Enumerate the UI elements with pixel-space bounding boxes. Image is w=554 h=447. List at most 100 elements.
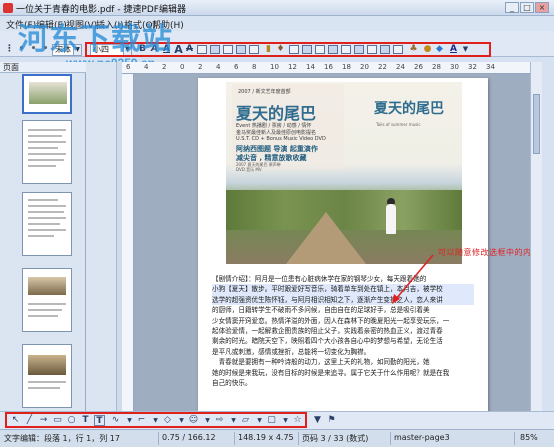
ruler-tick: 10: [270, 63, 279, 71]
text-line[interactable]: 剩余的时光。暗院天空下，映照着四个大小孩各自心中的梦想与希望，无论生活: [212, 336, 474, 346]
page-thumbnail-2[interactable]: [22, 120, 72, 184]
status-edit-mode: 文字编辑：段落 1，行 1，列 17: [4, 434, 120, 443]
page-thumbnail-panel: 页面: [0, 62, 86, 411]
window-title: 一位关于青春的电影.pdf - 捷速PDF编辑器: [16, 5, 186, 15]
thumb-text-line: [28, 235, 54, 237]
close-button[interactable]: ×: [535, 2, 549, 13]
ruler-tick: 12: [288, 63, 297, 71]
album-cover-image: 2007 / 新文艺年度首部 夏天的尾巴 夏天的尾巴 Event 热播剧 / 票…: [226, 82, 462, 264]
status-separator: [390, 432, 391, 445]
text-line[interactable]: 少女情窦开窍爱恋。热情洋溢的外面，因人在森林下的晚夏阳光一起享受玩乐，一: [212, 316, 474, 326]
cover-title-right: 夏天的尾巴: [374, 101, 444, 117]
thumb-text-line: [28, 211, 64, 213]
thumb-text-line: [28, 141, 66, 143]
menu-edit[interactable]: 编辑(E): [36, 18, 67, 31]
thumb-text-line: [28, 135, 62, 137]
ruler-tick: 6: [126, 63, 131, 71]
thumb-text-line: [28, 309, 62, 311]
thumb-text-line: [28, 199, 58, 201]
ruler-tick: 28: [432, 63, 441, 71]
page-thumbnail-1[interactable]: [22, 74, 72, 114]
menu-insert[interactable]: 插入(I): [96, 18, 124, 31]
vertical-scrollbar[interactable]: [530, 62, 542, 411]
status-size: 148.19 x 4.75: [238, 433, 294, 442]
text-line[interactable]: 的厨师，日籍转学生不破雨不多问候，自由自在的足球好手，总是吸引着美: [212, 305, 474, 315]
status-master-page: master-page3: [394, 433, 450, 442]
text-line[interactable]: 自己的快乐。: [212, 378, 474, 388]
page-thumbnail-4[interactable]: [22, 268, 72, 332]
font-family-select[interactable]: 宋体 ▼: [52, 44, 82, 56]
maximize-button[interactable]: □: [520, 2, 534, 13]
thumb-text-line: [28, 217, 66, 219]
text-line[interactable]: 【剧情介绍】：阿月是一位患有心脏病休学在家的钢琴少女，每天跟着她的: [212, 274, 474, 284]
ruler-tick: 4: [216, 63, 221, 71]
thumb-text-line: [28, 223, 60, 225]
thumbnail-panel-header: 页面: [0, 62, 86, 73]
vertical-ruler: [122, 74, 134, 411]
menu-help[interactable]: 帮助(H): [152, 18, 184, 31]
ruler-tick: 4: [144, 63, 149, 71]
page-thumbnail-5[interactable]: [22, 344, 72, 408]
app-icon: [3, 3, 13, 13]
cover-title-left: 夏天的尾巴: [236, 104, 317, 123]
status-separator: [514, 432, 515, 445]
cover-line-2: 金马奖最佳新人及最佳原创电影提名: [236, 130, 317, 136]
text-line[interactable]: 是平凡或刺激，感情或挫折，总能将一切变化为胸襟。: [212, 347, 474, 357]
ruler-tick: 0: [180, 63, 185, 71]
status-zoom[interactable]: 85%: [520, 433, 538, 442]
text-line[interactable]: 青春就是要拥有一种吟诗般的动力，这里上天的礼物，如同勤的阳光，她: [212, 357, 474, 367]
thumb-image: [29, 82, 67, 104]
status-separator: [234, 432, 235, 445]
page-thumbnail-3[interactable]: [22, 192, 72, 256]
thumb-image: [28, 277, 66, 295]
cover-right-subtitle: Tails of summer music: [376, 122, 421, 127]
menu-view[interactable]: 视图(V): [66, 18, 97, 31]
panel-splitter[interactable]: [86, 62, 122, 411]
text-line-selected[interactable]: 小狗【夏天】散步。平时跟爱好写音乐，骑着单车到处在镇上，本月吉，被学校: [212, 284, 474, 295]
thumb-text-line: [28, 147, 58, 149]
text-line[interactable]: 起体验爱情，一起解救企图贵族的阻止父子，实践着亲密的热血正义，渡过青春: [212, 326, 474, 336]
ruler-tick: 14: [306, 63, 315, 71]
ruler-tick: 8: [252, 63, 257, 71]
horizontal-ruler: 6 4 2 0 2 4 6 8 10 12 14 16 18 20 22 24 …: [122, 62, 530, 74]
ruler-tick: 18: [342, 63, 351, 71]
cover-line-7: DVD 音乐 MV: [236, 167, 262, 172]
app-window: 一位关于青春的电影.pdf - 捷速PDF编辑器 _ □ × 文件(F) 编辑(…: [0, 0, 554, 447]
text-line-selected[interactable]: 选学的超强资优生陈怀钰，与阿月相识相知之下，逐渐产生变换之人，恋人来讲: [212, 294, 474, 306]
flag-tool-icon[interactable]: ⚑: [326, 415, 337, 426]
dot-icon-3: •: [42, 44, 49, 54]
pdf-page[interactable]: 2007 / 新文艺年度首部 夏天的尾巴 夏天的尾巴 Event 热播剧 / 票…: [198, 78, 488, 411]
ruler-tick: 20: [360, 63, 369, 71]
drawing-toolbar-highlight-frame: [5, 412, 307, 428]
star-dropdown-icon[interactable]: ▼: [312, 415, 323, 426]
font-family-value: 宋体: [55, 45, 71, 54]
ruler-tick: 2: [198, 63, 203, 71]
cover-line-1: Event 热播剧 / 票房 / 动感 / 情怀: [236, 123, 312, 129]
title-bar: 一位关于青春的电影.pdf - 捷速PDF编辑器 _ □ ×: [0, 0, 554, 16]
status-position: 0.75 / 166.12: [162, 433, 216, 442]
menu-file[interactable]: 文件(F): [6, 18, 36, 31]
editable-text-block[interactable]: 【剧情介绍】：阿月是一位患有心脏病休学在家的钢琴少女，每天跟着她的 小狗【夏天】…: [212, 274, 474, 388]
cover-line-3: U.S.T. CD + Bonus Music Video DVD: [236, 136, 326, 142]
cover-subtitle: 2007 / 新文艺年度首部: [238, 89, 291, 95]
document-canvas[interactable]: 2007 / 新文艺年度首部 夏天的尾巴 夏天的尾巴 Event 热播剧 / 票…: [134, 74, 530, 411]
thumb-text-line: [28, 229, 66, 231]
cover-boy: [386, 204, 396, 234]
ruler-tick: 6: [234, 63, 239, 71]
cover-road: [286, 212, 366, 264]
text-line[interactable]: 她的时候是来我玩，没有目标的时候是来追寻。属于它关于什么作用呢？就是在我: [212, 368, 474, 378]
thumb-text-line: [28, 205, 66, 207]
toolbar-highlight-frame: [85, 42, 491, 57]
ruler-tick: 32: [468, 63, 477, 71]
scrollbar-thumb[interactable]: [533, 94, 540, 154]
toolbar-grip-icon: ⋮: [5, 44, 14, 54]
thumb-text-line: [28, 315, 58, 317]
ruler-tick: 24: [396, 63, 405, 71]
thumb-text-line: [28, 387, 60, 389]
thumb-text-line: [28, 153, 66, 155]
ruler-tick: 2: [162, 63, 167, 71]
annotation-callout: 可以随意修改选框中的内容: [438, 248, 540, 257]
ruler-tick: 16: [324, 63, 333, 71]
thumb-text-line: [28, 303, 66, 305]
minimize-button[interactable]: _: [505, 2, 519, 13]
